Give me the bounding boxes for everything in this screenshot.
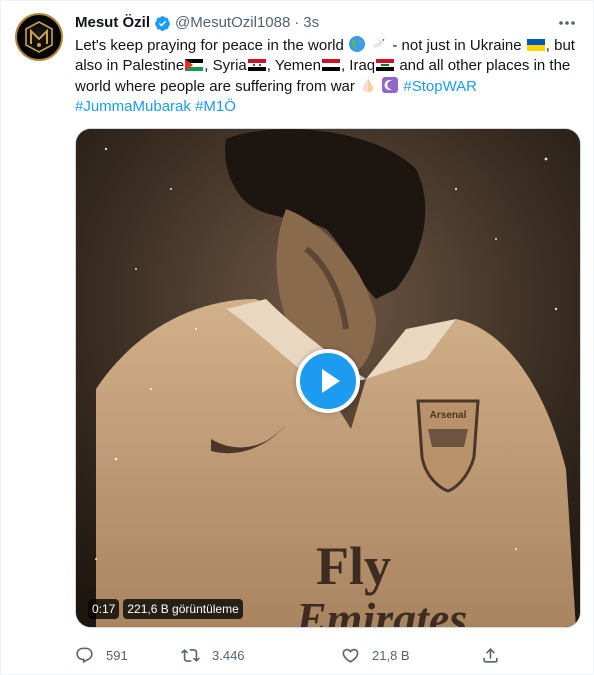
- reply-icon: [76, 647, 93, 663]
- video-badges: 0:17 221,6 B görüntüleme: [88, 599, 243, 619]
- m10-logo-icon: [25, 21, 53, 53]
- author-handle[interactable]: @MesutOzil1088: [175, 13, 290, 33]
- heart-icon: [342, 648, 359, 663]
- tweet-text-segment: and all other places in the: [395, 57, 571, 74]
- crescent-icon: [382, 77, 399, 93]
- retweet-count: 3.446: [212, 647, 245, 663]
- tweet-text-segment: , Syria: [204, 57, 247, 74]
- jersey-sponsor-text: Emirates: [295, 593, 467, 628]
- retweet-icon: [181, 648, 200, 662]
- tweet-text-segment: Let's keep praying for peace in the worl…: [75, 37, 344, 54]
- separator-dot: ·: [294, 14, 300, 31]
- like-count: 21,8 B: [372, 647, 410, 663]
- hashtag-stopwar[interactable]: #StopWAR: [403, 78, 477, 95]
- share-icon: [483, 647, 498, 663]
- tweet-text-segment: - not just in Ukraine: [392, 37, 522, 54]
- reply-button[interactable]: 591: [75, 645, 128, 665]
- tweet-actions: 591 3.446 21,8 B: [75, 645, 500, 665]
- video-views: 221,6 B görüntüleme: [123, 599, 243, 619]
- hashtag-m10[interactable]: #M1Ö: [195, 98, 236, 115]
- tweet-card[interactable]: Mesut Özil @MesutOzil1088 · 3s Let's kee…: [0, 0, 594, 675]
- retweet-button[interactable]: 3.446: [181, 645, 245, 665]
- tweet-header: Mesut Özil @MesutOzil1088 · 3s: [75, 13, 319, 33]
- crest-text: Arsenal: [430, 410, 467, 421]
- flag-syria-icon: [247, 59, 266, 71]
- flag-yemen-icon: [321, 59, 340, 71]
- play-icon: [322, 369, 340, 393]
- tweet-text-segment: , Yemen: [266, 57, 321, 74]
- avatar[interactable]: [15, 13, 63, 61]
- tweet-text: Let's keep praying for peace in the worl…: [75, 35, 585, 117]
- reply-count: 591: [106, 647, 128, 663]
- more-options-icon[interactable]: [557, 13, 577, 33]
- video-duration: 0:17: [88, 599, 120, 619]
- video-player[interactable]: Arsenal Fly Emirates 0:17 221,6 B görünt…: [75, 128, 581, 628]
- jersey-fly-text: Fly: [316, 536, 391, 596]
- play-button[interactable]: [296, 349, 360, 413]
- verified-badge-icon: [155, 15, 170, 31]
- tweet-time[interactable]: 3s: [303, 13, 319, 33]
- like-button[interactable]: 21,8 B: [341, 645, 410, 665]
- tweet-text-segment: , Iraq: [340, 57, 376, 74]
- flag-ukraine-icon: [526, 39, 545, 51]
- dove-icon: [372, 37, 386, 48]
- globe-icon: [349, 36, 366, 52]
- tweet-text-segment: , but: [545, 37, 575, 54]
- tweet-text-segment: world where people are suffering from wa…: [75, 78, 355, 95]
- flag-iraq-icon: [376, 59, 395, 71]
- hashtag-jummamubarak[interactable]: #JummaMubarak: [75, 98, 191, 115]
- author-name[interactable]: Mesut Özil: [75, 13, 150, 33]
- share-button[interactable]: [481, 645, 500, 665]
- flag-palestine-icon: [185, 59, 204, 71]
- praying-hands-icon: [362, 78, 374, 92]
- tweet-text-segment: also in Palestine: [75, 57, 185, 74]
